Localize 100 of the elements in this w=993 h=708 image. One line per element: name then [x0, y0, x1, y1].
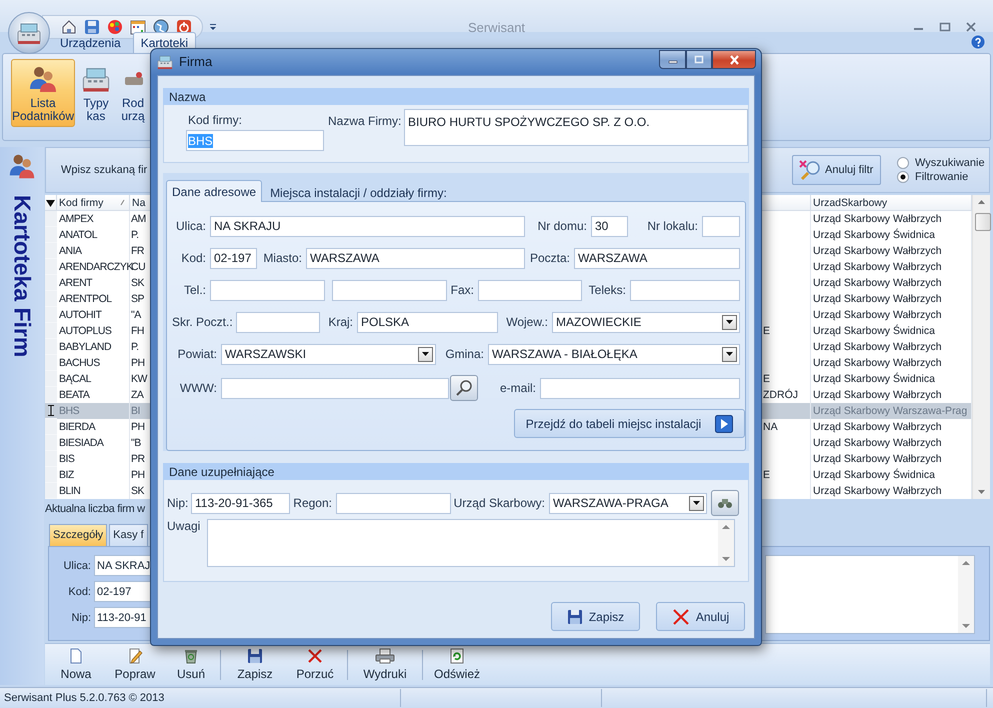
field-label: Tel.:	[182, 283, 207, 297]
dialog-tab[interactable]: Miejsca instalacji / oddziały firmy:	[264, 182, 453, 202]
text-field[interactable]	[336, 492, 451, 514]
field-label: Nip:	[167, 496, 190, 510]
ribbon-button[interactable]: Typy kas	[78, 59, 114, 127]
name-field[interactable]: BIURO HURTU SPOŻYWCZEGO SP. Z O.O.	[404, 109, 748, 146]
scroll-down-icon[interactable]	[962, 622, 970, 629]
details-tab[interactable]: Kasy f	[109, 524, 148, 546]
text-field[interactable]	[210, 280, 325, 300]
radio-button[interactable]	[897, 157, 909, 170]
toolbar-button[interactable]: Popraw	[105, 644, 165, 685]
save-button[interactable]: Zapisz	[551, 602, 640, 631]
scrollbar-thumb[interactable]	[975, 213, 991, 232]
calendar-icon[interactable]	[130, 19, 146, 35]
table-cell: AUTOHIT	[57, 307, 130, 324]
dropdown-button[interactable]	[722, 346, 737, 362]
cross-icon	[672, 608, 690, 626]
ribbon-button[interactable]: Rod urzą	[117, 59, 149, 127]
app-menu-button[interactable]	[8, 12, 50, 54]
table-cell: BLIN	[57, 483, 130, 500]
radio-option[interactable]: Filtrowanie	[897, 171, 987, 184]
table-cell	[762, 403, 811, 420]
scroll-up-icon[interactable]	[722, 524, 730, 530]
column-header[interactable]	[762, 195, 811, 212]
clear-filter-button[interactable]: Anuluj filtr	[792, 155, 881, 186]
sort-icon	[120, 199, 125, 206]
scrollbar[interactable]	[972, 195, 990, 500]
table-cell: ANIA	[57, 243, 130, 260]
dropdown-button[interactable]	[689, 496, 704, 510]
scroll-up-icon[interactable]	[962, 560, 970, 566]
caret-icon	[726, 352, 733, 356]
ribbon-button[interactable]: Lista Podatników	[11, 59, 75, 127]
text-field[interactable]: WARSZAWA	[306, 248, 525, 268]
table-cell: BIESIADA	[57, 435, 130, 452]
go-to-table-button[interactable]: Przejdź do tabeli miejsc instalacji	[514, 409, 745, 438]
help-icon[interactable]	[971, 35, 985, 49]
field-label: Nr domu:	[536, 219, 588, 233]
table-cell: BIZ	[57, 467, 130, 484]
text-field[interactable]	[540, 378, 740, 398]
window-title: Serwisant	[468, 20, 526, 34]
dialog-tab[interactable]: Dane adresowe	[166, 180, 262, 202]
dialog-title: Firma	[179, 54, 212, 69]
close-button[interactable]	[712, 50, 756, 69]
table-cell: ARENTPOL	[57, 291, 130, 308]
caret-icon	[422, 352, 429, 356]
field-label: Kod:	[67, 586, 92, 598]
search-label: Wpisz szukaną fir	[61, 164, 148, 176]
maximize-icon	[694, 55, 704, 64]
customize-caret-icon[interactable]	[209, 23, 217, 31]
dropdown-button[interactable]	[418, 346, 433, 362]
column-header[interactable]: UrzadSkarbowy	[811, 195, 972, 212]
caret-icon	[726, 320, 733, 324]
group-header: Dane uzupełniające	[163, 463, 749, 480]
text-field[interactable]	[702, 216, 740, 236]
notes-field[interactable]	[207, 519, 735, 567]
text-field[interactable]: 113-20-91-365	[191, 492, 290, 514]
field-label: WWW:	[178, 381, 218, 395]
table-cell: AUTOPLUS	[57, 323, 130, 340]
dropdown-field[interactable]: WARSZAWA-PRAGA	[549, 492, 707, 514]
dropdown-field[interactable]: MAZOWIECKIE	[552, 312, 740, 332]
group-header: Nazwa	[163, 88, 749, 105]
table-cell: BĄCAL	[57, 371, 130, 388]
text-field[interactable]: 30	[591, 216, 628, 236]
binoculars-icon	[717, 497, 733, 509]
save-icon[interactable]	[84, 19, 100, 35]
text-field[interactable]: WARSZAWA	[574, 248, 740, 268]
row-header[interactable]	[45, 403, 57, 420]
details-tab[interactable]: Szczegóły	[49, 524, 108, 546]
text-field[interactable]: NA SKRAJU	[210, 216, 525, 236]
maximize-icon[interactable]	[939, 21, 951, 33]
scroll-down-icon[interactable]	[722, 556, 730, 562]
text-field[interactable]	[221, 378, 449, 398]
notes-field[interactable]	[765, 554, 975, 634]
text-field[interactable]	[630, 280, 740, 300]
dropdown-button[interactable]	[722, 314, 737, 330]
search-button[interactable]	[450, 375, 478, 401]
text-field[interactable]	[478, 280, 582, 300]
ribbon-tab[interactable]: Urządzenia	[52, 32, 129, 53]
text-field[interactable]: POLSKA	[357, 312, 498, 332]
radio-option[interactable]: Wyszukiwanie	[897, 157, 987, 170]
cancel-button[interactable]: Anuluj	[656, 602, 745, 631]
text-field[interactable]: 02-197	[210, 248, 257, 268]
radio-button[interactable]	[897, 171, 909, 184]
version-text: Serwisant Plus 5.2.0.763 © 2013	[4, 692, 164, 704]
palette-icon[interactable]	[107, 19, 123, 35]
minimize-button[interactable]	[659, 50, 686, 69]
dropdown-field[interactable]: WARSZAWA - BIAŁOŁĘKA	[488, 344, 740, 364]
refresh-icon	[449, 648, 465, 664]
lookup-button[interactable]	[711, 490, 739, 516]
dropdown-field[interactable]: WARSZAWSKI	[221, 344, 436, 364]
page-icon	[68, 648, 84, 664]
text-field[interactable]	[332, 280, 447, 300]
house-icon[interactable]	[61, 19, 77, 35]
toolbar-button[interactable]: Porzuć	[286, 644, 344, 685]
column-header[interactable]: Kod firmy	[57, 195, 130, 212]
toolbar-button[interactable]: Nowa	[47, 644, 105, 685]
selected-text: BHS	[188, 134, 213, 148]
maximize-button[interactable]	[686, 50, 712, 69]
text-field[interactable]	[236, 312, 320, 332]
close-icon[interactable]	[965, 21, 977, 33]
